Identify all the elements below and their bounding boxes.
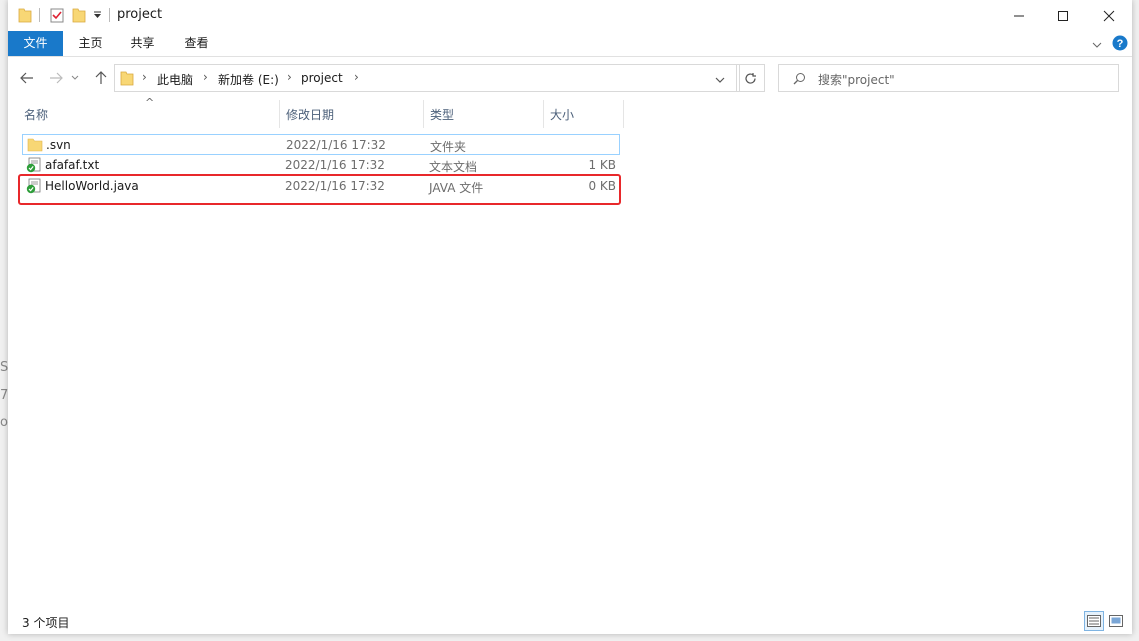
maximize-button[interactable] <box>1040 0 1086 31</box>
file-row[interactable]: afafaf.txt 2022/1/16 17:32 文本文档 1 KB <box>22 155 620 176</box>
column-divider[interactable] <box>623 100 624 128</box>
details-view-button[interactable] <box>1084 611 1104 631</box>
chevron-right-icon[interactable]: › <box>354 70 359 84</box>
refresh-button[interactable] <box>736 64 765 92</box>
column-header-type[interactable]: 类型 <box>430 102 454 128</box>
properties-icon[interactable] <box>50 7 64 26</box>
folder-icon <box>120 70 134 89</box>
tab-home[interactable]: 主页 <box>68 31 113 56</box>
divider <box>109 8 110 22</box>
chevron-right-icon[interactable]: › <box>287 70 292 84</box>
breadcrumb-project[interactable]: project <box>301 71 343 85</box>
title-bar: project <box>8 0 1132 31</box>
back-arrow-icon <box>20 72 33 84</box>
folder-icon <box>18 7 32 26</box>
file-name: afafaf.txt <box>45 158 100 172</box>
back-button[interactable] <box>16 67 38 89</box>
search-box[interactable]: 搜索"project" <box>778 64 1119 92</box>
file-type: 文本文档 <box>429 160 478 174</box>
minimize-icon <box>1014 15 1024 16</box>
details-view-icon <box>1087 615 1101 627</box>
divider <box>39 8 40 22</box>
tab-share[interactable]: 共享 <box>120 31 165 56</box>
refresh-icon <box>745 72 756 84</box>
large-icons-view-icon <box>1109 615 1123 627</box>
svg-text:?: ? <box>1117 38 1124 50</box>
file-date: 2022/1/16 17:32 <box>285 158 385 172</box>
status-item-count: 3 个项目 <box>22 616 70 630</box>
customize-dropdown-icon[interactable] <box>93 9 102 23</box>
expand-ribbon-icon[interactable] <box>1092 38 1102 52</box>
minimize-button[interactable] <box>996 0 1042 31</box>
column-header-name[interactable]: 名称 <box>24 102 48 128</box>
folder-icon <box>27 137 43 155</box>
new-folder-icon[interactable] <box>72 7 86 26</box>
file-date: 2022/1/16 17:32 <box>286 138 386 152</box>
sort-ascending-indicator: ^ <box>145 96 155 109</box>
file-row[interactable]: .svn 2022/1/16 17:32 文件夹 <box>22 134 620 155</box>
breadcrumb-this-pc[interactable]: 此电脑 <box>157 71 193 88</box>
tab-view[interactable]: 查看 <box>174 31 219 56</box>
address-bar[interactable]: › 此电脑 › 新加卷 (E:) › project › <box>114 64 740 92</box>
file-name: .svn <box>46 138 71 152</box>
search-input[interactable]: 搜索"project" <box>818 71 895 88</box>
column-divider[interactable] <box>279 100 280 128</box>
window-title: project <box>117 7 163 22</box>
file-size: 1 KB <box>588 158 616 172</box>
tab-file[interactable]: 文件 <box>8 31 63 56</box>
chevron-right-icon[interactable]: › <box>142 70 147 84</box>
address-dropdown-icon[interactable] <box>715 73 725 87</box>
close-button[interactable] <box>1086 0 1132 31</box>
large-icons-view-button[interactable] <box>1106 611 1126 631</box>
column-header-size[interactable]: 大小 <box>550 102 574 128</box>
search-icon <box>793 72 806 88</box>
file-type: 文件夹 <box>430 140 467 154</box>
column-divider[interactable] <box>423 100 424 128</box>
chevron-right-icon[interactable]: › <box>203 70 208 84</box>
recent-locations-button[interactable] <box>68 67 82 89</box>
column-divider[interactable] <box>543 100 544 128</box>
forward-button[interactable] <box>45 67 67 89</box>
close-icon <box>1103 10 1115 21</box>
ribbon-tabs: 文件 主页 共享 查看 ? <box>8 31 1132 57</box>
help-icon[interactable]: ? <box>1112 35 1128 54</box>
forward-arrow-icon <box>50 72 63 84</box>
file-explorer-window: project 文件 主页 共享 查看 ? › 此电脑 › 新加卷 (E:) ›… <box>8 0 1132 634</box>
up-button[interactable] <box>90 67 112 89</box>
breadcrumb-drive[interactable]: 新加卷 (E:) <box>218 71 279 88</box>
up-arrow-icon <box>95 71 107 84</box>
maximize-icon <box>1058 10 1068 21</box>
column-header-date[interactable]: 修改日期 <box>286 102 334 128</box>
chevron-down-icon <box>71 75 79 80</box>
annotation-highlight-box <box>18 174 621 205</box>
